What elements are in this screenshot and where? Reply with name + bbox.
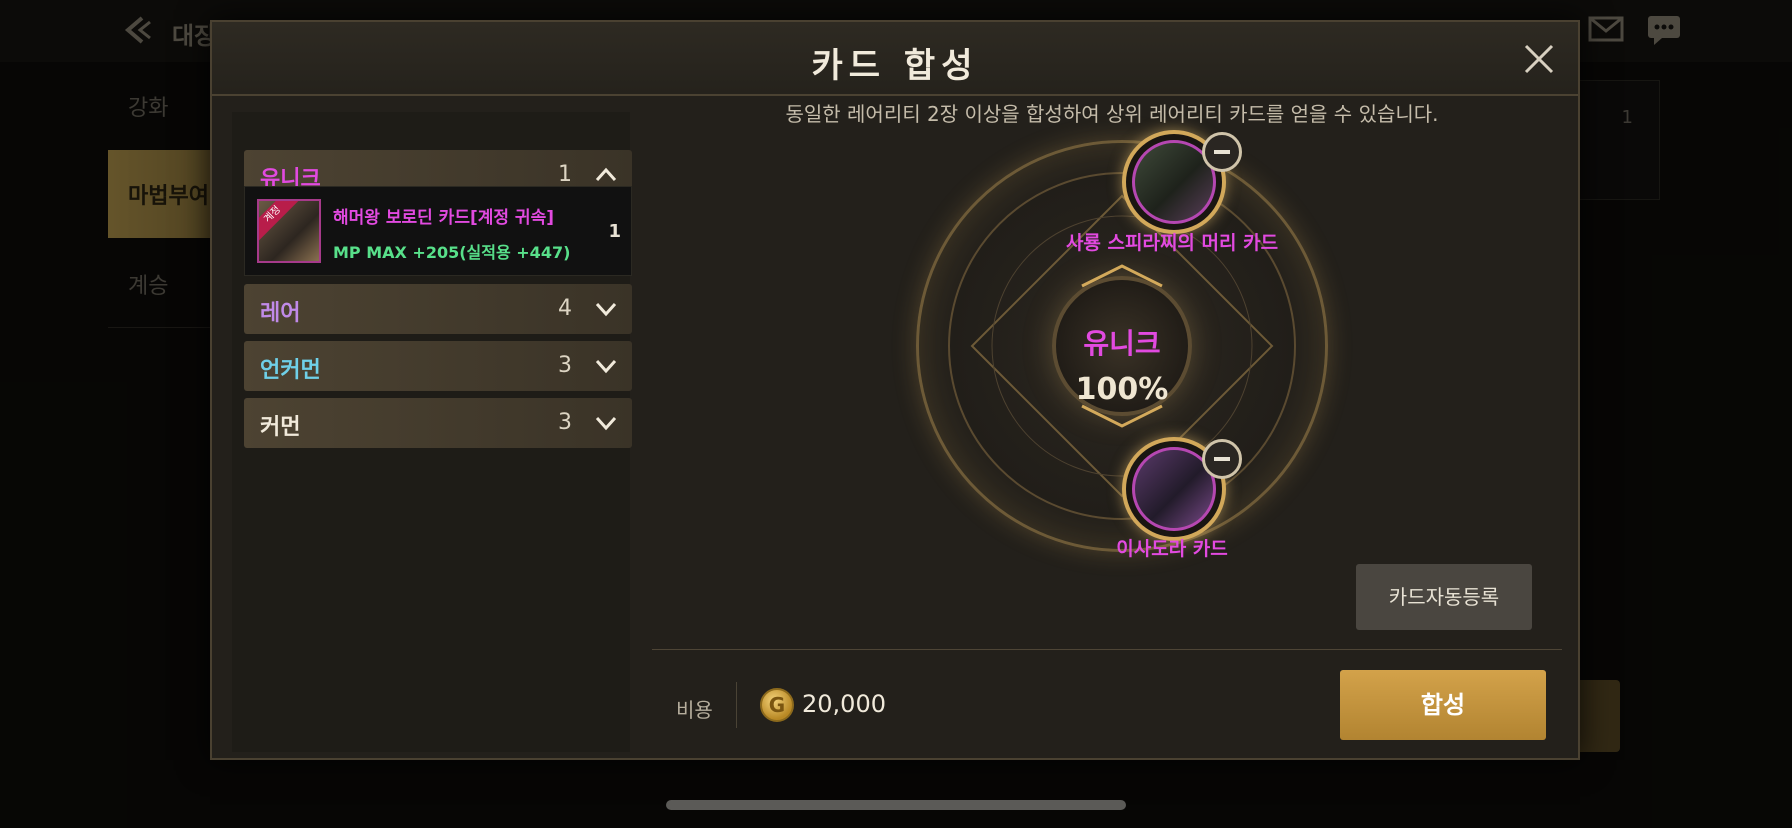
grade-count: 1 bbox=[558, 162, 572, 187]
chevron-up-icon bbox=[595, 167, 617, 182]
synthesize-button[interactable]: 합성 bbox=[1340, 670, 1546, 740]
remove-slot-2-button[interactable] bbox=[1202, 439, 1242, 479]
grade-count: 3 bbox=[558, 353, 572, 378]
card-stat: MP MAX +205(실적용 +447) bbox=[333, 243, 571, 262]
card-count: 1 bbox=[608, 221, 621, 242]
grade-label: 언커먼 bbox=[260, 358, 321, 383]
chevron-down-icon bbox=[595, 302, 617, 317]
cost-label: 비용 bbox=[676, 698, 713, 722]
card-name: 해머왕 보로딘 카드[계정 귀속] bbox=[333, 208, 554, 228]
synthesis-description: 동일한 레어리티 2장 이상을 합성하여 상위 레어리티 카드를 얻을 수 있습… bbox=[785, 102, 1439, 126]
card-synthesis-modal: 카드 합성 유니크 1 계정 해머왕 보로딘 카드[계정 귀속] MP MAX … bbox=[210, 20, 1580, 760]
account-bound-ribbon: 계정 bbox=[259, 201, 300, 242]
grade-count: 4 bbox=[558, 296, 572, 321]
gold-coin-icon: G bbox=[760, 688, 794, 722]
cost-separator bbox=[736, 682, 737, 728]
slot-2-card-name: 이사도라 카드 bbox=[1116, 538, 1228, 560]
grade-count: 3 bbox=[558, 410, 572, 435]
grade-row-rare[interactable]: 레어 4 bbox=[244, 284, 632, 334]
grade-list-panel: 유니크 1 계정 해머왕 보로딘 카드[계정 귀속] MP MAX +205(실… bbox=[232, 112, 632, 752]
grade-label: 레어 bbox=[260, 301, 301, 326]
close-icon[interactable] bbox=[1520, 40, 1558, 78]
modal-title: 카드 합성 bbox=[811, 46, 979, 86]
grade-row-uncommon[interactable]: 언커먼 3 bbox=[244, 341, 632, 391]
card-list-item[interactable]: 계정 해머왕 보로딘 카드[계정 귀속] MP MAX +205(실적용 +44… bbox=[244, 186, 632, 276]
chevron-down-icon bbox=[595, 359, 617, 374]
grade-label: 커먼 bbox=[260, 415, 301, 440]
card-thumbnail: 계정 bbox=[257, 199, 321, 263]
result-grade: 유니크 bbox=[1083, 327, 1161, 360]
home-indicator bbox=[666, 800, 1126, 810]
grade-row-common[interactable]: 커먼 3 bbox=[244, 398, 632, 448]
auto-register-button[interactable]: 카드자동등록 bbox=[1356, 564, 1532, 630]
remove-slot-1-button[interactable] bbox=[1202, 132, 1242, 172]
modal-header: 카드 합성 bbox=[212, 22, 1578, 96]
footer-divider bbox=[652, 649, 1562, 650]
cost-value: 20,000 bbox=[802, 690, 886, 718]
chevron-down-icon bbox=[595, 416, 617, 431]
slot-1-card-name: 사룡 스피라찌의 머리 카드 bbox=[1065, 232, 1279, 254]
result-chance: 100% bbox=[1075, 372, 1169, 407]
